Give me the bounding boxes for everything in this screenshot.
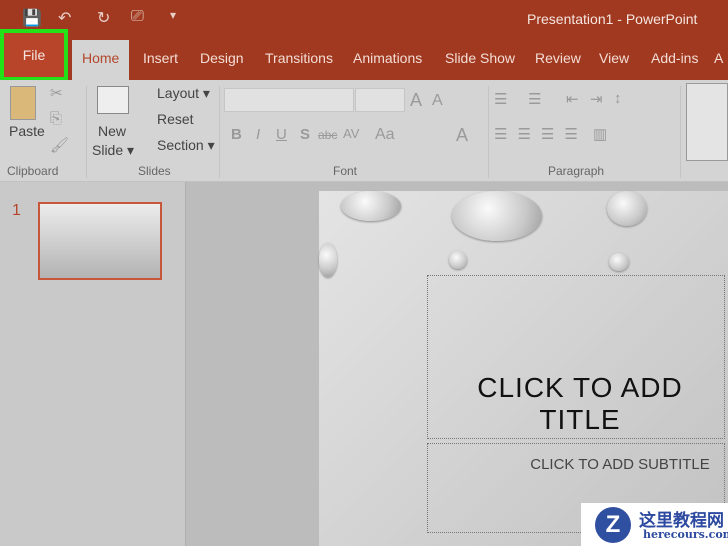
group-paragraph: Paragraph [548,164,605,178]
undo-icon[interactable]: ↶ [58,8,71,28]
group-clipboard: Clipboard [7,164,59,178]
title-placeholder-text[interactable]: CLICK TO ADD TITLE [440,372,720,436]
bold-button[interactable]: B [231,126,242,143]
copy-icon[interactable]: ⎘ [50,110,62,127]
bullets-icon[interactable]: ☰ [494,90,507,108]
watermark-logo: Z [595,507,631,543]
divider [488,86,489,178]
shadow-button[interactable]: S [300,126,310,143]
grow-font-button[interactable]: A [410,90,422,111]
redo-icon[interactable]: ↻ [97,8,110,28]
tab-slide-show[interactable]: Slide Show [445,50,515,66]
slide-editor [187,182,728,546]
italic-button[interactable]: I [256,126,260,143]
water-drop [609,253,629,271]
line-spacing-icon[interactable]: ↕ [614,90,622,107]
tab-file[interactable]: File [4,33,64,77]
tab-design[interactable]: Design [200,50,244,66]
divider [680,86,681,178]
ribbon-tabs: Home Insert Design Transitions Animation… [0,38,728,80]
font-color-button[interactable]: A [456,125,468,146]
decrease-indent-icon[interactable]: ⇤ [566,90,579,108]
reset-button[interactable]: Reset [157,111,194,127]
tab-insert[interactable]: Insert [143,50,178,66]
watermark-en: herecours.com [643,528,728,541]
divider [86,86,87,178]
slide[interactable] [319,191,728,546]
paste-button[interactable]: Paste [9,123,45,139]
increase-indent-icon[interactable]: ⇥ [590,90,603,108]
slide-thumbnail-pane: 1 [0,182,186,546]
watermark: Z 这里教程网 herecours.com [581,503,728,546]
tab-more[interactable]: A [714,50,723,66]
tab-review[interactable]: Review [535,50,581,66]
tab-animations[interactable]: Animations [353,50,422,66]
water-drop [452,191,542,241]
cut-icon[interactable]: ✂ [50,84,63,102]
underline-button[interactable]: U [276,126,287,143]
font-size-select[interactable] [355,88,405,112]
paste-icon [10,86,36,120]
water-drop [449,251,467,269]
font-name-select[interactable] [224,88,354,112]
format-painter-icon[interactable]: 🖌 [50,136,69,154]
divider [219,86,220,178]
customize-qat-icon[interactable]: ▾ [170,8,176,22]
slide-number: 1 [12,202,21,219]
alignment-icons[interactable]: ☰☰☰☰ [494,125,588,143]
shrink-font-button[interactable]: A [432,92,443,110]
shapes-gallery[interactable] [686,83,728,161]
present-icon[interactable]: ⎚ [131,8,144,26]
title-bar: 💾 ↶ ↻ ⎚ ▾ Presentation1 - PowerPoint [0,0,728,38]
new-slide-dropdown[interactable]: Slide ▾ [92,142,134,159]
tab-add-ins[interactable]: Add-ins [651,50,698,66]
strikethrough-button[interactable]: abc [318,128,337,142]
new-slide-button[interactable]: New [98,123,126,139]
tab-transitions[interactable]: Transitions [265,50,333,66]
save-icon[interactable]: 💾 [22,8,42,28]
subtitle-placeholder-text[interactable]: CLICK TO ADD SUBTITLE [520,456,720,473]
new-slide-icon [97,86,129,114]
water-drop [341,191,401,221]
columns-icon[interactable]: ▥ [593,125,607,143]
water-drop [607,191,647,226]
tab-home[interactable]: Home [72,40,130,80]
slide-thumbnail[interactable] [38,202,162,280]
window-title: Presentation1 - PowerPoint [527,11,698,27]
file-tab-highlight[interactable]: File [0,29,68,81]
layout-button[interactable]: Layout ▾ [157,85,210,102]
group-font: Font [333,164,358,178]
char-spacing-button[interactable]: AV [343,126,359,141]
change-case-button[interactable]: Aa [375,126,395,144]
tab-view[interactable]: View [599,50,629,66]
group-slides: Slides [138,164,171,178]
section-button[interactable]: Section ▾ [157,137,215,154]
water-drop [319,243,337,277]
ribbon-home: Paste ✂ ⎘ 🖌 Clipboard New Slide ▾ Layout… [0,80,728,182]
numbering-icon[interactable]: ☰ [528,90,541,108]
